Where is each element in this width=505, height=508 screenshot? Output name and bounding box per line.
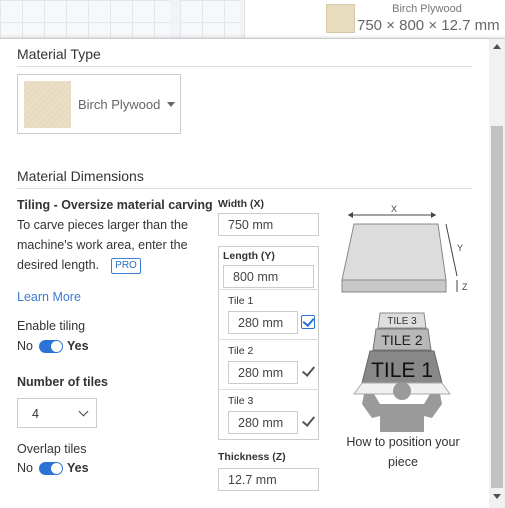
- enable-tiling-label: Enable tiling: [17, 319, 86, 333]
- canvas-grid: [0, 0, 170, 40]
- tile-1-diagram-label: TILE 1: [371, 359, 433, 382]
- toggle-yes-label: Yes: [67, 461, 89, 475]
- tile-1-label: Tile 1: [228, 295, 254, 307]
- material-swatch: [24, 81, 71, 128]
- tiling-description-3: desired length.: [17, 258, 100, 272]
- canvas-grid-right: [180, 0, 240, 40]
- tile-3-diagram-label: TILE 3: [387, 316, 417, 327]
- thickness-label: Thickness (Z): [218, 451, 286, 463]
- toggle-yes-label: Yes: [67, 339, 89, 353]
- tile-3-input[interactable]: 280 mm: [228, 411, 298, 434]
- width-label: Width (X): [218, 198, 264, 210]
- tiling-description-2: machine's work area, enter the: [17, 238, 188, 252]
- x-arrow-head-right: [431, 212, 436, 218]
- learn-more-link[interactable]: Learn More: [17, 290, 81, 304]
- caret-down-icon: [167, 102, 175, 107]
- chevron-down-icon: [78, 406, 89, 417]
- scroll-down-arrow-icon[interactable]: [493, 494, 501, 499]
- scroll-up-arrow-icon[interactable]: [493, 44, 501, 49]
- scrollbar-thumb[interactable]: [491, 126, 503, 488]
- material-summary-dims: 750 × 800 × 12.7 mm: [357, 17, 500, 34]
- tile-divider: [218, 289, 319, 290]
- caption-line-2: piece: [388, 455, 418, 469]
- tile-divider: [218, 339, 319, 340]
- caption-line-1: How to position your: [346, 435, 460, 449]
- material-summary-name: Birch Plywood: [392, 3, 462, 15]
- number-of-tiles-label: Number of tiles: [17, 375, 108, 389]
- tiling-heading: Tiling - Oversize material carving: [17, 198, 213, 212]
- tile-3-check-icon[interactable]: [301, 415, 315, 429]
- y-axis-label: Y: [457, 243, 463, 253]
- number-of-tiles-value: 4: [32, 407, 39, 421]
- tile-2-label: Tile 2: [228, 345, 254, 357]
- board-side: [341, 279, 447, 293]
- material-type-select[interactable]: Birch Plywood: [17, 74, 181, 134]
- material-dimensions-title: Material Dimensions: [17, 168, 144, 184]
- material-dimensions-diagram: X Y Z: [341, 204, 468, 293]
- tile-2-check-icon[interactable]: [301, 365, 315, 379]
- width-input[interactable]: 750 mm: [218, 213, 319, 236]
- divider: [17, 188, 472, 189]
- tile-2-diagram-label: TILE 2: [381, 332, 422, 348]
- overlap-tiles-label: Overlap tiles: [17, 442, 87, 456]
- number-of-tiles-select[interactable]: 4: [17, 398, 97, 428]
- tiling-description-1: To carve pieces larger than the: [17, 218, 188, 232]
- toggle-knob: [51, 341, 62, 352]
- material-type-value: Birch Plywood: [78, 97, 161, 112]
- tile-divider: [218, 389, 319, 390]
- toggle-no-label: No: [17, 339, 33, 353]
- enable-tiling-toggle[interactable]: [39, 340, 63, 353]
- material-summary-swatch: [326, 4, 355, 33]
- person-head-icon: [393, 382, 411, 400]
- z-axis-label: Z: [462, 282, 468, 292]
- x-axis-label: X: [391, 204, 397, 214]
- tile-1-lock-checkbox[interactable]: [301, 315, 315, 329]
- toggle-no-label: No: [17, 461, 33, 475]
- length-input[interactable]: 800 mm: [223, 265, 314, 288]
- thickness-input[interactable]: 12.7 mm: [218, 468, 319, 491]
- x-arrow-head-left: [348, 212, 353, 218]
- board-top: [341, 223, 447, 281]
- length-label: Length (Y): [223, 250, 275, 262]
- divider: [17, 66, 472, 67]
- tile-1-input[interactable]: 280 mm: [228, 311, 298, 334]
- tile-positioning-diagram: TILE 3 TILE 2 TILE 1: [353, 312, 451, 432]
- tile-2-input[interactable]: 280 mm: [228, 361, 298, 384]
- material-type-title: Material Type: [17, 46, 101, 62]
- tile-3-label: Tile 3: [228, 395, 254, 407]
- overlap-tiles-toggle[interactable]: [39, 462, 63, 475]
- pro-badge: PRO: [111, 258, 141, 274]
- toggle-knob: [51, 463, 62, 474]
- diagram-caption: How to position your piece: [336, 432, 470, 472]
- y-axis-arrow: [445, 223, 458, 277]
